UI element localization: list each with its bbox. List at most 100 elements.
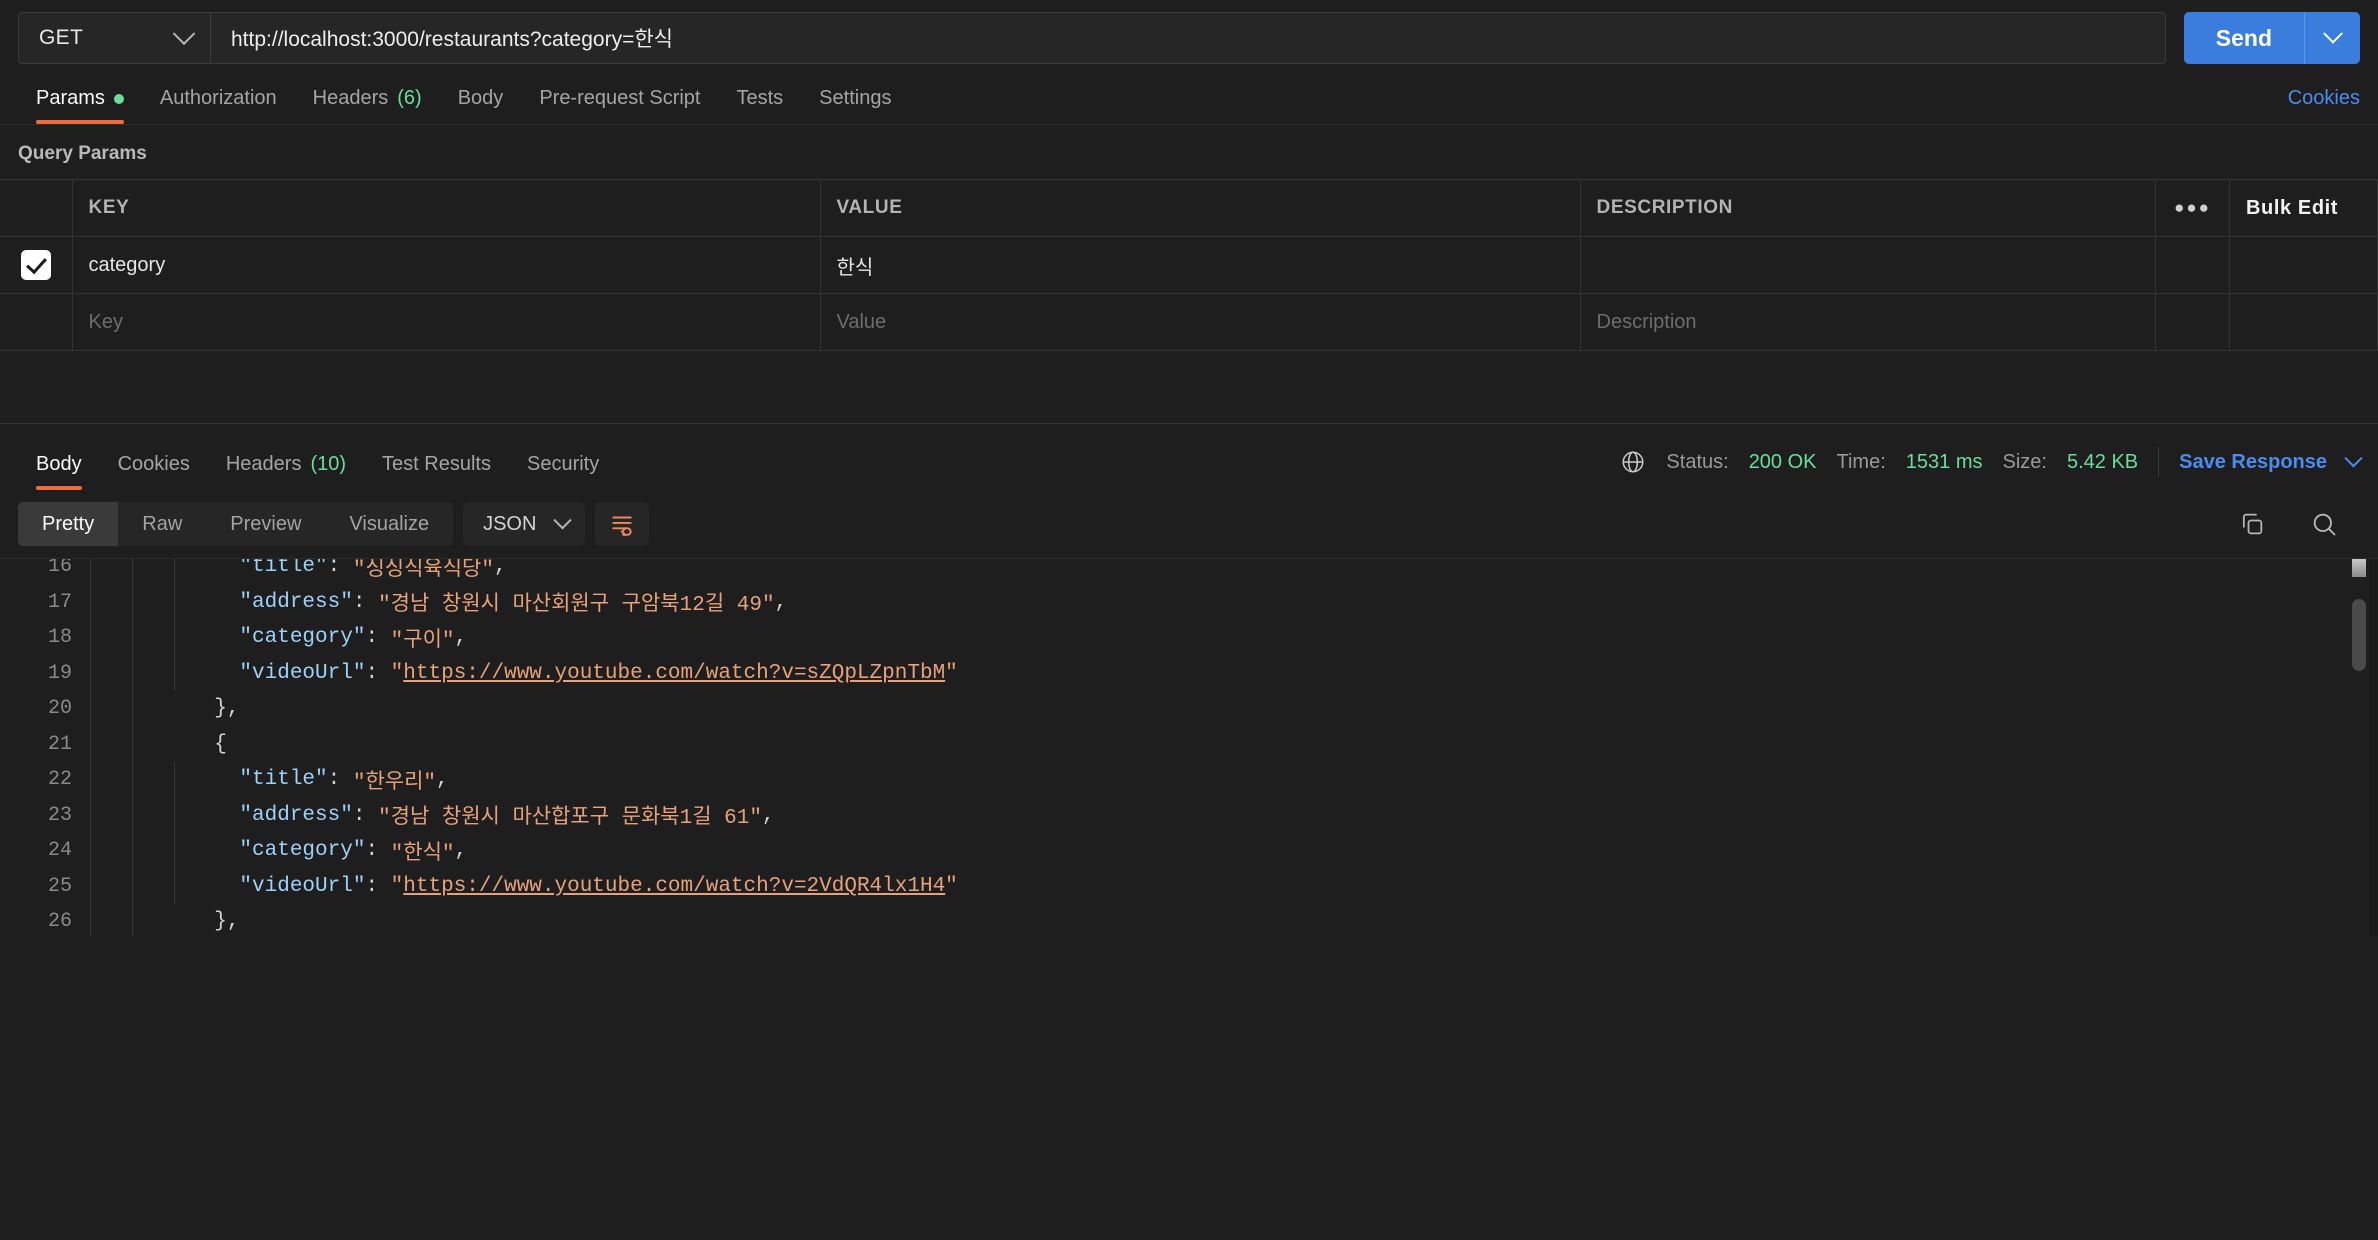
new-value-cell[interactable]: Value [820, 293, 1581, 351]
line-number: 16 [47, 558, 72, 579]
url-input[interactable] [211, 13, 2165, 63]
fold-gutter[interactable] [90, 620, 132, 656]
row-more-cell [2155, 293, 2230, 351]
fold-gutter[interactable] [90, 584, 132, 620]
fold-gutter[interactable] [90, 762, 132, 798]
http-method-label: GET [39, 26, 84, 49]
tab-label: Params [36, 87, 105, 109]
cookies-link[interactable]: Cookies [2288, 87, 2360, 124]
response-body-code[interactable]: 16 "title": "싱싱식육식당", 17 "address": "경남 창… [0, 558, 2378, 936]
request-tab-settings[interactable]: Settings [801, 87, 909, 124]
scrollbar-track [2370, 559, 2378, 936]
row-checkbox-cell[interactable] [0, 293, 73, 351]
query-params-table: KEY VALUE DESCRIPTION ●●● Bulk Edit cate… [0, 179, 2378, 351]
more-options-button[interactable]: ●●● [2155, 179, 2230, 237]
response-tab-security[interactable]: Security [509, 453, 617, 490]
fold-gutter[interactable] [90, 655, 132, 691]
code-token[interactable]: https://www.youtube.com/watch?v=sZQpLZpn… [403, 662, 945, 685]
code-token[interactable]: https://www.youtube.com/watch?v=2VdQR4lx… [403, 875, 945, 898]
code-token: { [214, 732, 227, 756]
code-line: 17 "address": "경남 창원시 마산회원구 구암북12길 49", [0, 584, 2378, 620]
response-format-label: JSON [483, 512, 537, 535]
response-tab-body[interactable]: Body [18, 453, 100, 490]
row-bulk-cell [2229, 293, 2378, 351]
code-token: : [365, 874, 391, 898]
row-more-cell [2155, 236, 2230, 294]
chevron-down-icon[interactable] [2344, 448, 2363, 467]
response-meta: Status: 200 OK Time: 1531 ms Size: 5.42 … [1620, 447, 2363, 490]
view-mode-pretty[interactable]: Pretty [18, 502, 119, 546]
fold-gutter[interactable] [90, 904, 132, 936]
new-key-cell[interactable]: Key [72, 293, 821, 351]
vertical-scrollbar-thumb[interactable] [2352, 599, 2366, 671]
view-mode-preview[interactable]: Preview [206, 502, 325, 546]
line-number: 24 [47, 839, 72, 863]
http-method-select[interactable]: GET [19, 13, 211, 63]
wrap-lines-button[interactable] [595, 502, 650, 546]
send-options-button[interactable] [2304, 12, 2360, 64]
search-icon[interactable] [2310, 510, 2338, 538]
send-button[interactable]: Send [2183, 12, 2304, 64]
code-token: , [761, 803, 775, 827]
fold-gutter[interactable] [90, 797, 132, 833]
code-line: 23 "address": "경남 창원시 마산합포구 문화북1길 61", [0, 797, 2378, 833]
fold-gutter[interactable] [90, 726, 132, 762]
request-tab-headers[interactable]: Headers (6) [295, 87, 440, 124]
tab-label: Body [457, 87, 504, 109]
code-token: , [493, 558, 507, 579]
request-tab-pre-request-script[interactable]: Pre-request Script [521, 87, 718, 124]
code-token: : [352, 803, 379, 827]
request-tab-body[interactable]: Body [440, 87, 522, 124]
code-token: "title" [239, 558, 328, 579]
code-line-text: "videoUrl": " https://www.youtube.com/wat… [174, 868, 2378, 904]
response-tab-test-results[interactable]: Test Results [364, 453, 509, 490]
row-key-cell[interactable]: category [72, 236, 821, 294]
response-tab-cookies[interactable]: Cookies [100, 453, 208, 490]
code-line-text: "title": "한우리", [174, 762, 2378, 798]
new-description-cell[interactable]: Description [1580, 293, 2156, 351]
row-description-cell[interactable] [1580, 236, 2156, 294]
code-line: 24 "category": "한식", [0, 833, 2378, 869]
fold-gutter-2 [132, 620, 174, 656]
response-tab-headers[interactable]: Headers (10) [208, 453, 364, 490]
copy-icon[interactable] [2238, 510, 2266, 538]
status-value: 200 OK [1748, 450, 1817, 473]
line-number: 26 [47, 910, 72, 934]
fold-gutter[interactable] [90, 833, 132, 869]
response-tabs: Body Cookies Headers (10) Test Results Securi… [0, 424, 2378, 490]
request-tab-params[interactable]: Params [18, 87, 142, 124]
code-token: , [436, 768, 449, 792]
checkbox-checked-icon[interactable] [20, 250, 51, 280]
tab-label: Authorization [159, 87, 277, 109]
chevron-down-icon [2322, 23, 2343, 44]
row-value-cell[interactable]: 한식 [820, 236, 1581, 294]
select-all-header [0, 179, 73, 237]
code-token: "category" [239, 626, 366, 650]
tab-label: Headers [225, 453, 302, 475]
view-mode-visualize[interactable]: Visualize [325, 502, 453, 546]
code-token: : [365, 661, 391, 685]
tab-label: Tests [736, 87, 784, 109]
fold-gutter-2 [132, 904, 174, 936]
row-checkbox-cell[interactable] [0, 236, 73, 294]
fold-gutter-2 [132, 584, 174, 620]
code-line: 25 "videoUrl": " https://www.youtube.com/… [0, 868, 2378, 904]
fold-gutter[interactable] [90, 559, 132, 585]
fold-gutter-2 [132, 655, 174, 691]
request-tab-authorization[interactable]: Authorization [142, 87, 295, 124]
scrollbar-top-indicator [2352, 559, 2366, 577]
save-response-button[interactable]: Save Response [2179, 451, 2327, 474]
bulk-edit-button[interactable]: Bulk Edit [2229, 179, 2378, 237]
request-tab-tests[interactable]: Tests [718, 87, 801, 124]
tab-label: Headers [312, 87, 389, 109]
fold-gutter-2 [132, 691, 174, 727]
response-format-select[interactable]: JSON [463, 502, 586, 546]
code-token: " [945, 874, 958, 898]
tab-label: Security [526, 453, 600, 475]
fold-gutter[interactable] [90, 868, 132, 904]
view-mode-raw[interactable]: Raw [118, 502, 206, 546]
code-line: 22 "title": "한우리", [0, 762, 2378, 798]
line-number: 17 [47, 590, 72, 614]
fold-gutter[interactable] [90, 691, 132, 727]
code-line-text: "category": "한식", [174, 833, 2378, 869]
